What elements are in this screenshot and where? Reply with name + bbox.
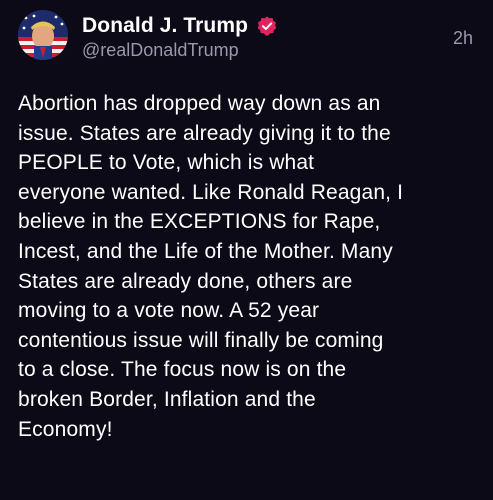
post-body-text: Abortion has dropped way down as an issu… [18,92,404,441]
display-name[interactable]: Donald J. Trump [82,14,248,38]
american-flag-portrait-avatar-icon [18,10,68,60]
user-handle[interactable]: @realDonaldTrump [82,40,239,61]
post-timestamp[interactable]: 2h [453,28,473,49]
verified-badge-icon [256,15,278,37]
display-name-row: Donald J. Trump [82,12,278,40]
avatar[interactable] [18,10,68,60]
post-card: Donald J. Trump @realDonaldTrump 2h Abor… [0,0,493,500]
